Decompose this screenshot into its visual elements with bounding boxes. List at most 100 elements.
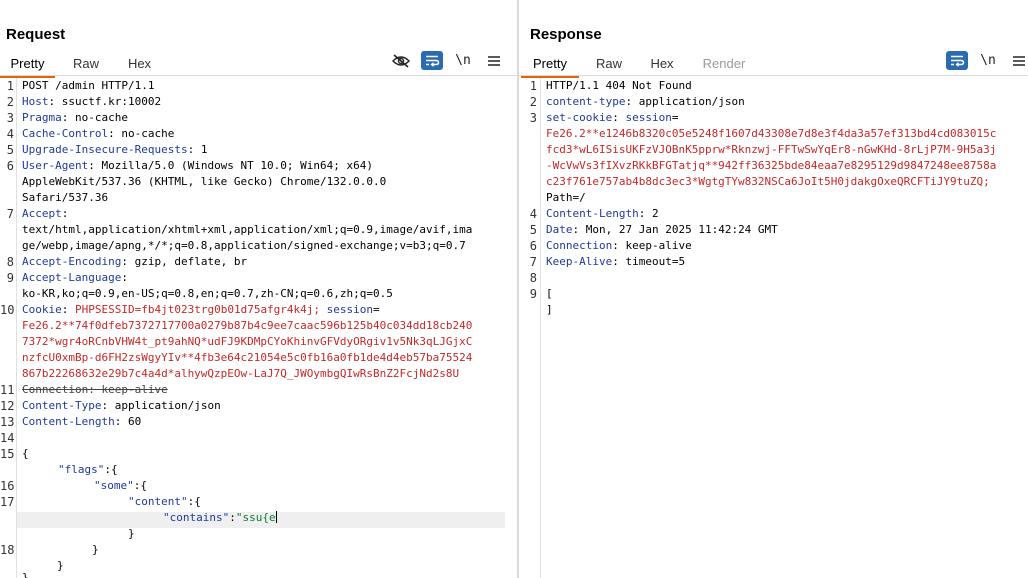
response-line: content-type: application/json [546,94,745,110]
response-status-line: HTTP/1.1 404 Not Found [546,79,692,92]
line-number: 5 [529,223,537,237]
cookie-name: session [625,111,672,124]
json-line: "contains":"ssu{e [163,510,277,526]
request-menu-button[interactable] [483,51,505,70]
request-editor[interactable]: 1 2 3 4 5 6 7 8 9 10 11 12 13 14 15 16 1… [0,78,517,578]
cookie-equals: = [671,111,679,124]
json-brace: } [57,559,64,572]
line-number: 7 [529,255,537,269]
line-number: 8 [529,271,537,285]
request-line-wrap: ko-KR,ko;q=0.9,en-US;q=0.8,en;q=0.7,zh-C… [22,287,393,300]
header-value: : timeout=5 [612,255,686,268]
response-tab-rule [519,75,1028,76]
header-name: content-type [546,95,626,108]
json-punct: :{ [133,479,147,492]
header-value: : Mozilla/5.0 (Windows NT 10.0; Win64; x… [88,159,374,172]
response-line: Date: Mon, 27 Jan 2025 11:42:24 GMT [546,222,778,238]
response-line: Content-Length: 2 [546,206,659,222]
line-number: 4 [6,127,14,141]
request-line: User-Agent: Mozilla/5.0 (Windows NT 10.0… [22,158,373,174]
header-value: : Mon, 27 Jan 2025 11:42:24 GMT [572,223,778,236]
header-name: Cookie [22,303,62,316]
header-name: Cache-Control [22,127,109,140]
hide-nonprintable-button[interactable] [390,51,412,70]
cookie-value-wrap: 867b22268632e29b7c4a4d*alhywQzpEOw-LaJ7Q… [22,367,460,380]
json-bracket: ] [546,303,553,316]
json-bracket: [ [546,287,553,300]
request-tab-rule [0,75,517,76]
json-key: "contains" [163,511,230,524]
line-number: 15 [0,447,15,461]
cookie-value-wrap: c23f761e757ab4b8dc3ec3*WgtgTYw832NSCa6Jo… [546,175,990,188]
json-brace: { [22,447,29,460]
cookie-value-wrap: Fe26.2**e1246b8320c05e5248f1607d43308e7d… [546,127,997,140]
request-line: Cookie: PHPSESSID=fb4jt023trg0b01d75afgr… [22,302,380,318]
word-wrap-icon [951,55,965,67]
cookie-value: =fb4jt023trg0b01d75afgr4k4j; [134,303,321,316]
request-line-wrap: AppleWebKit/537.36 (KHTML, like Gecko) C… [22,175,387,188]
hamburger-menu-icon [488,55,500,66]
header-value: : [121,271,128,284]
line-number: 12 [0,399,15,413]
request-line: POST /admin HTTP/1.1 [22,79,155,92]
line-number: 9 [529,287,537,301]
request-line-wrap: text/html,application/xhtml+xml,applicat… [22,223,473,236]
response-newline-toggle[interactable]: \n [977,51,999,70]
request-newline-toggle[interactable]: \n [452,51,474,70]
line-number: 6 [6,159,14,173]
header-value: : 60 [114,415,142,428]
response-gutter [540,78,541,578]
line-number: 8 [6,255,14,269]
json-line: "content":{ [128,494,201,510]
header-value: : application/json [625,95,745,108]
header-colon: : [61,303,69,316]
request-title: Request [6,26,66,43]
header-value: : 1 [187,143,208,156]
line-number: 3 [529,111,537,125]
request-line: Upgrade-Insecure-Requests: 1 [22,142,207,158]
line-number: 17 [0,495,15,509]
text-caret [275,511,277,523]
header-name: Accept [22,207,62,220]
line-number: 18 [0,543,15,557]
line-number: 16 [0,479,15,493]
request-line: Accept-Encoding: gzip, deflate, br [22,254,247,270]
header-value: : ssuctf.kr:10002 [48,95,162,108]
cookie-value-wrap: -WcVwVs3fIXvzRKkBFGTatjq**942ff36325bde8… [546,159,997,172]
header-name: Date [546,223,573,236]
header-name: Host [22,95,49,108]
request-line: Connection: keep-alive [22,383,168,396]
cookie-name: PHPSESSID [75,303,135,316]
line-number: 11 [0,383,15,397]
header-name: Accept-Language [22,271,122,284]
json-line: "flags":{ [58,462,118,478]
cookie-attribute: Path=/ [546,191,586,204]
response-editor[interactable]: 1 2 3 4 5 6 7 8 9 HTTP/1.1 404 Not Found… [519,78,1028,578]
response-pane: Response Pretty Raw Hex Render \n 1 2 3 … [519,0,1028,578]
request-pane: Request Pretty Raw Hex \n 1 2 3 4 5 6 7 … [0,0,517,578]
request-line-wrap: Safari/537.36 [22,191,109,204]
cookie-value-wrap: nzfcU0xmBp-d6FH2zsWgyYIv**4fb3e64c21054e… [22,351,473,364]
line-number: 3 [6,111,14,125]
request-line: Cache-Control: no-cache [22,126,174,142]
header-value: : no-cache [108,127,175,140]
json-brace: } [128,527,135,540]
cookie-name: session [326,303,374,316]
json-brace: } [22,571,29,578]
request-line: Pragma: no-cache [22,110,128,126]
header-name: Accept-Encoding [22,255,122,268]
cookie-value-wrap: Fe26.2**74f0dfeb7372717700a0279b87b4c9ee… [22,319,473,332]
line-number: 7 [6,207,14,221]
request-wrap-button[interactable] [421,51,443,70]
cookie-equals: = [373,303,380,316]
json-key: "flags" [58,463,105,476]
header-name: Content-Length [22,415,115,428]
response-menu-button[interactable] [1008,51,1028,70]
header-name: User-Agent [22,159,89,172]
response-wrap-button[interactable] [946,51,968,70]
header-name: Connection [546,239,613,252]
hamburger-menu-icon [1013,55,1025,66]
json-punct: : [229,511,236,524]
request-line: Host: ssuctf.kr:10002 [22,94,161,110]
json-key: "some" [94,479,134,492]
